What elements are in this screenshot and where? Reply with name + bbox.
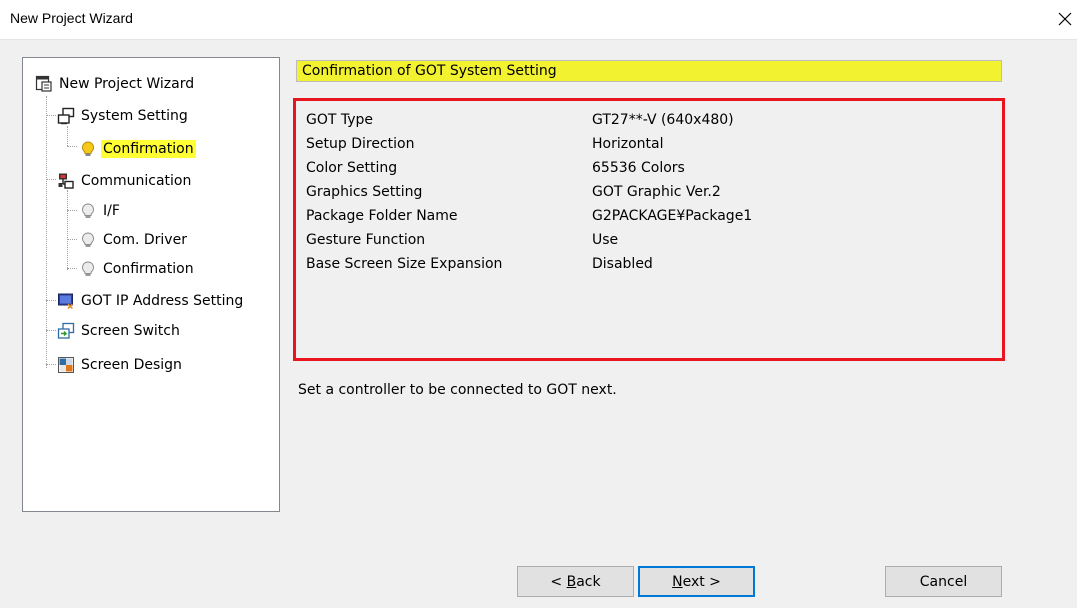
tree-connector	[67, 239, 77, 240]
tree-item-screen-design[interactable]: Screen Design	[57, 353, 184, 377]
section-heading: Confirmation of GOT System Setting	[296, 60, 1002, 82]
tree-item-system-confirmation[interactable]: Confirmation	[79, 137, 196, 161]
lightbulb-icon	[79, 140, 97, 158]
setting-key: GOT Type	[306, 112, 374, 128]
setting-key: Color Setting	[306, 160, 398, 176]
tree-item-label: Confirmation	[103, 261, 194, 277]
tree-item-label: Communication	[81, 173, 192, 189]
close-icon[interactable]	[1056, 10, 1074, 28]
back-button-rest: ack	[576, 573, 601, 590]
system-setting-icon	[57, 107, 75, 125]
setting-value: GOT Graphic Ver.2	[592, 184, 721, 200]
screen-design-icon	[57, 356, 75, 374]
window-title: New Project Wizard	[10, 10, 133, 26]
ip-address-icon	[57, 292, 75, 310]
setting-key: Base Screen Size Expansion	[306, 256, 503, 272]
tree-item-com-driver[interactable]: Com. Driver	[79, 228, 189, 252]
screen-switch-icon	[57, 322, 75, 340]
tree-connector	[67, 268, 77, 269]
tree-item-label: System Setting	[81, 108, 188, 124]
setting-value: G2PACKAGE¥Package1	[592, 208, 753, 224]
tree-connector	[46, 96, 47, 368]
wizard-icon	[35, 75, 53, 93]
lightbulb-icon	[79, 231, 97, 249]
setting-value: GT27**-V (640x480)	[592, 112, 734, 128]
tree-item-label: Com. Driver	[103, 232, 187, 248]
tree-item-new-project-wizard[interactable]: New Project Wizard	[35, 72, 196, 96]
tree-item-label: Screen Design	[81, 357, 182, 373]
setting-value: 65536 Colors	[592, 160, 685, 176]
setting-key: Gesture Function	[306, 232, 426, 248]
tree-item-label: New Project Wizard	[59, 76, 195, 92]
tree-item-system-setting[interactable]: System Setting	[57, 104, 190, 128]
next-button-mnemonic: N	[672, 573, 683, 590]
lightbulb-icon	[79, 260, 97, 278]
tree-item-communication-confirmation[interactable]: Confirmation	[79, 257, 196, 281]
back-button-mnemonic: B	[566, 573, 577, 590]
back-button-prefix: <	[550, 573, 567, 590]
tree-connector	[46, 179, 56, 180]
tree-connector	[46, 300, 56, 301]
settings-summary-box: GOT Type GT27**-V (640x480) Setup Direct…	[293, 98, 1005, 361]
tree-item-got-ip-address-setting[interactable]: GOT IP Address Setting	[57, 289, 245, 313]
next-button-rest: ext >	[682, 573, 721, 590]
tree-item-label: Screen Switch	[81, 323, 180, 339]
tree-connector	[46, 115, 56, 116]
setting-key: Setup Direction	[306, 136, 415, 152]
setting-key: Package Folder Name	[306, 208, 458, 224]
tree-item-communication[interactable]: Communication	[57, 169, 193, 193]
tree-item-if[interactable]: I/F	[79, 199, 122, 223]
tree-item-label: GOT IP Address Setting	[81, 293, 244, 309]
tree-item-label: I/F	[103, 203, 120, 219]
tree-connector	[46, 364, 56, 365]
tree-connector	[67, 210, 77, 211]
tree-connector	[67, 146, 77, 147]
tree-connector	[46, 330, 56, 331]
cancel-button[interactable]: Cancel	[885, 566, 1002, 597]
tree-connector	[67, 126, 68, 146]
next-step-message: Set a controller to be connected to GOT …	[298, 382, 617, 398]
setting-value: Use	[592, 232, 619, 248]
communication-icon	[57, 172, 75, 190]
lightbulb-icon	[79, 202, 97, 220]
setting-key: Graphics Setting	[306, 184, 423, 200]
setting-value: Horizontal	[592, 136, 664, 152]
tree-item-screen-switch[interactable]: Screen Switch	[57, 319, 182, 343]
wizard-step-tree[interactable]: New Project Wizard System Setting Confir…	[22, 57, 280, 512]
back-button[interactable]: < Back	[517, 566, 634, 597]
tree-item-label: Confirmation	[101, 140, 196, 158]
tree-connector	[67, 190, 68, 270]
title-bar: New Project Wizard	[0, 0, 1077, 40]
setting-value: Disabled	[592, 256, 653, 272]
next-button[interactable]: Next >	[638, 566, 755, 597]
